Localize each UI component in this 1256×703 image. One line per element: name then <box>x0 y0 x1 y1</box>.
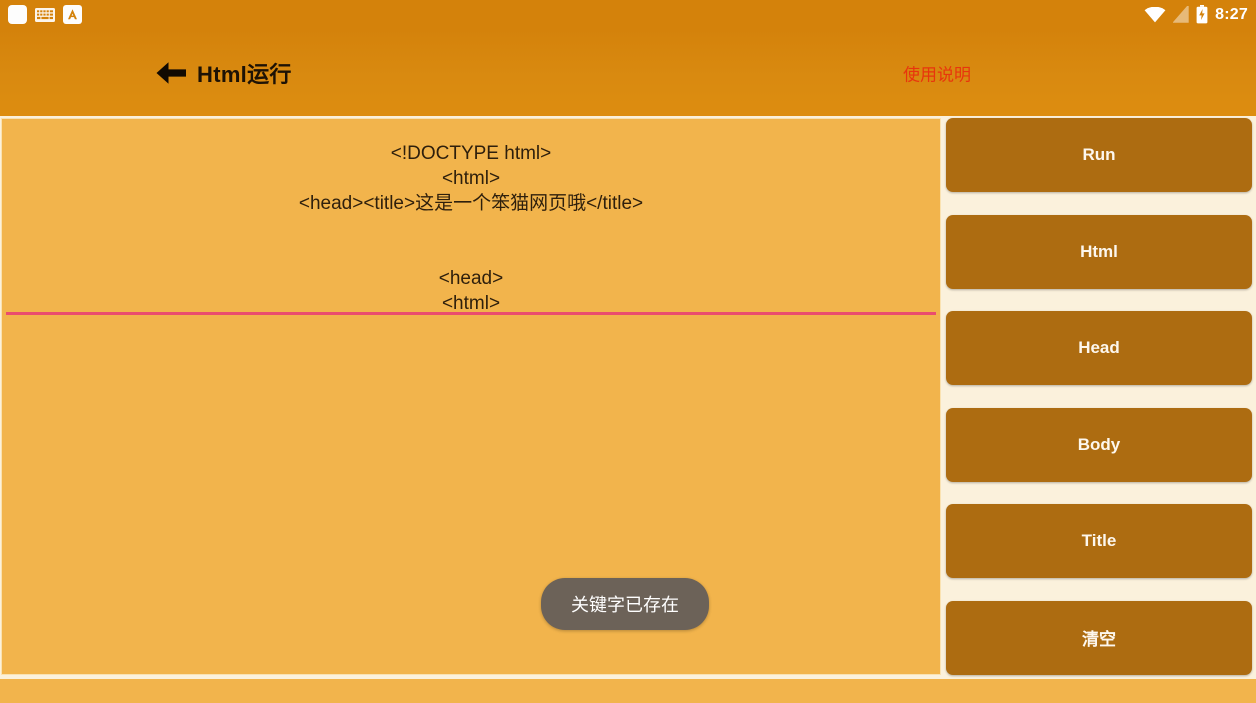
head-button[interactable]: Head <box>946 311 1252 386</box>
page-title: Html运行 <box>197 61 292 87</box>
back-arrow-icon[interactable] <box>155 59 187 87</box>
code-line: <head><title>这是一个笨猫网页哦</title> <box>298 193 644 214</box>
title-bar: Html运行 使用说明 <box>0 29 1256 116</box>
battery-charging-icon <box>1196 5 1208 24</box>
keyboard-icon <box>35 7 55 22</box>
html-button[interactable]: Html <box>946 214 1252 289</box>
run-button[interactable]: Run <box>946 118 1252 192</box>
code-line: <html> <box>441 168 501 189</box>
sim-card-icon <box>1173 6 1189 23</box>
toast-message: 关键字已存在 <box>541 578 709 630</box>
title-button[interactable]: Title <box>946 504 1252 579</box>
clear-button[interactable]: 清空 <box>946 600 1252 675</box>
editor-focus-underline <box>6 312 936 315</box>
status-bar: 8:27 <box>0 0 1256 29</box>
html-code-editor[interactable]: <!DOCTYPE html> <html> <head><title>这是一个… <box>1 118 941 675</box>
code-line: <!DOCTYPE html> <box>390 143 552 164</box>
help-instructions-link[interactable]: 使用说明 <box>903 60 971 85</box>
wifi-icon <box>1144 6 1166 22</box>
body-button[interactable]: Body <box>946 407 1252 482</box>
status-bar-right-icons: 8:27 <box>1144 0 1248 29</box>
app-badge-icon <box>63 5 82 24</box>
code-line: <head> <box>438 268 504 289</box>
notification-placeholder-icon <box>8 5 27 24</box>
path-input[interactable] <box>0 679 1256 703</box>
action-button-column: Run Html Head Body Title 清空 <box>946 118 1252 675</box>
app-root: 8:27 Html运行 使用说明 <!DOCTYPE html> <html> … <box>0 0 1256 703</box>
status-bar-left-icons <box>8 5 82 24</box>
status-bar-clock: 8:27 <box>1215 6 1248 23</box>
path-entry-zone <box>0 679 1256 703</box>
